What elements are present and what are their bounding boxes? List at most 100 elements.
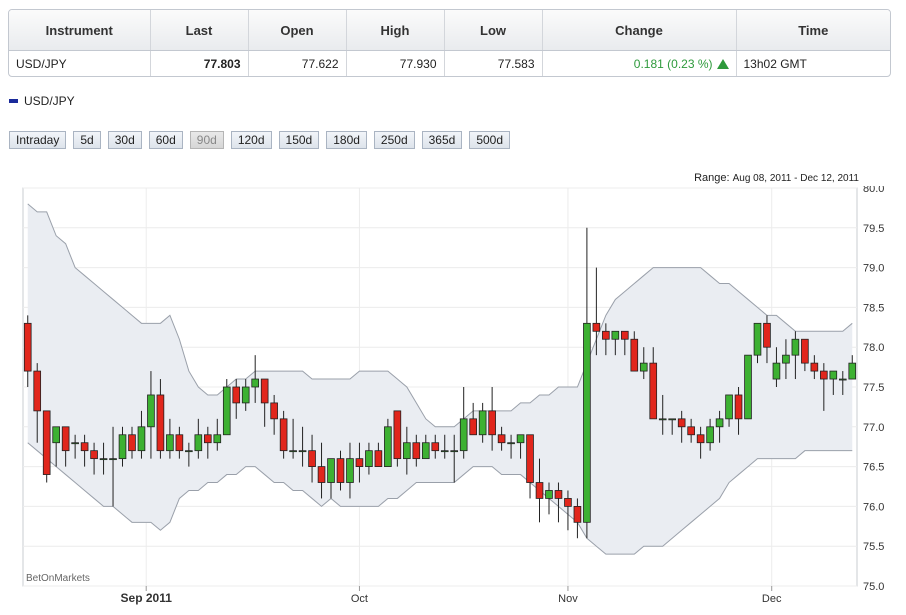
candle-body bbox=[279, 418, 288, 452]
candle-body bbox=[554, 490, 563, 499]
candle-body bbox=[403, 442, 411, 460]
candle-body bbox=[744, 354, 752, 420]
cell-open: 77.622 bbox=[248, 50, 347, 76]
cell-high: 77.930 bbox=[346, 50, 445, 76]
range-button-365d[interactable]: 365d bbox=[421, 131, 463, 149]
candle-body bbox=[706, 426, 714, 444]
range-button-5d[interactable]: 5d bbox=[73, 131, 101, 149]
header-last[interactable]: Last bbox=[150, 10, 249, 51]
candle-body bbox=[175, 434, 184, 452]
candle-body bbox=[649, 362, 658, 420]
range-button-150d[interactable]: 150d bbox=[278, 131, 320, 149]
header-low[interactable]: Low bbox=[444, 10, 543, 51]
candle-body bbox=[725, 394, 733, 420]
range-selector: Intraday 5d 30d 60d 90d 120d 150d 180d 250d 365d 5… bbox=[9, 131, 517, 149]
candle-body bbox=[241, 386, 250, 404]
candle-body bbox=[592, 322, 601, 332]
candle-body bbox=[317, 466, 326, 483]
candle-body bbox=[412, 442, 421, 460]
candle-body bbox=[583, 322, 591, 523]
header-open[interactable]: Open bbox=[248, 10, 347, 51]
candle-body bbox=[687, 426, 695, 436]
watermark-label: BetOnMarkets bbox=[26, 573, 90, 584]
candle-body bbox=[90, 450, 98, 460]
header-time[interactable]: Time bbox=[736, 10, 890, 51]
candle-body bbox=[497, 434, 506, 444]
header-change[interactable]: Change bbox=[542, 10, 737, 51]
candle-body bbox=[346, 458, 354, 483]
candle-body bbox=[222, 386, 231, 436]
candle-body bbox=[668, 418, 677, 421]
y-tick-label: 79.0 bbox=[863, 263, 884, 275]
range-button-30d[interactable]: 30d bbox=[107, 131, 142, 149]
candle-body bbox=[137, 426, 146, 452]
x-tick-label: Sep 2011 bbox=[121, 591, 173, 605]
candle-body bbox=[289, 450, 297, 453]
range-button-250d[interactable]: 250d bbox=[373, 131, 415, 149]
candle-body bbox=[564, 498, 572, 507]
candle-body bbox=[573, 505, 582, 523]
change-value: 0.181 (0.23 %) bbox=[633, 56, 713, 71]
range-button-180d[interactable]: 180d bbox=[326, 131, 367, 149]
candle-body bbox=[829, 370, 838, 380]
candle-body bbox=[270, 402, 278, 420]
y-tick-label: 78.5 bbox=[863, 302, 884, 314]
y-tick-label: 77.0 bbox=[863, 422, 884, 434]
range-button-500d[interactable]: 500d bbox=[469, 131, 511, 149]
candle-body bbox=[118, 434, 127, 460]
range-label-prefix: Range: bbox=[694, 172, 730, 184]
candle-body bbox=[734, 394, 743, 420]
candle-body bbox=[232, 386, 241, 404]
candle-body bbox=[715, 418, 724, 428]
candle-body bbox=[450, 450, 459, 453]
table-row: USD/JPY 77.803 77.622 77.930 77.583 0.18… bbox=[9, 50, 890, 76]
candle-body bbox=[61, 426, 70, 452]
candle-body bbox=[80, 442, 89, 452]
candle-body bbox=[838, 378, 847, 381]
candle-body bbox=[677, 418, 686, 428]
legend-swatch-icon bbox=[9, 99, 18, 103]
range-button-90d[interactable]: 90d bbox=[189, 131, 224, 149]
header-instrument[interactable]: Instrument bbox=[9, 10, 151, 51]
candle-body bbox=[791, 338, 800, 356]
candle-body bbox=[545, 490, 553, 499]
candle-body bbox=[459, 418, 468, 452]
candle-body bbox=[810, 362, 819, 372]
y-tick-label: 80.0 bbox=[863, 186, 884, 195]
candle-body bbox=[848, 362, 857, 380]
candle-body bbox=[260, 378, 269, 404]
candle-body bbox=[194, 434, 203, 452]
candle-body bbox=[52, 426, 60, 444]
x-tick-label: Oct bbox=[351, 593, 368, 605]
candle-body bbox=[384, 426, 392, 468]
candle-body bbox=[630, 338, 639, 372]
range-button-120d[interactable]: 120d bbox=[230, 131, 272, 149]
candle-body bbox=[365, 450, 373, 467]
y-tick-label: 75.5 bbox=[863, 541, 884, 553]
header-high[interactable]: High bbox=[346, 10, 445, 51]
candle-body bbox=[166, 434, 174, 452]
chart-legend: USD/JPY bbox=[9, 94, 75, 108]
candle-body bbox=[763, 322, 771, 348]
candle-body bbox=[327, 458, 335, 483]
candle-body bbox=[213, 434, 222, 444]
range-label: Range: Aug 08, 2011 - Dec 12, 2011 bbox=[694, 172, 859, 184]
cell-time: 13h02 GMT bbox=[743, 56, 807, 71]
range-dates: Aug 08, 2011 - Dec 12, 2011 bbox=[732, 173, 859, 184]
candle-body bbox=[99, 458, 108, 461]
up-arrow-icon bbox=[716, 58, 729, 69]
legend-label: USD/JPY bbox=[24, 94, 75, 108]
cell-last: 77.803 bbox=[150, 50, 249, 76]
candle-body bbox=[431, 442, 440, 452]
cell-low: 77.583 bbox=[444, 50, 543, 76]
x-tick-label: Nov bbox=[558, 593, 578, 605]
candle-body bbox=[298, 450, 307, 453]
candle-body bbox=[42, 410, 51, 475]
candle-body bbox=[308, 450, 316, 467]
range-button-60d[interactable]: 60d bbox=[148, 131, 183, 149]
candle-body bbox=[71, 442, 79, 445]
candle-body bbox=[658, 418, 667, 421]
candle-body bbox=[355, 458, 364, 468]
candle-body bbox=[535, 482, 544, 499]
range-button-intraday[interactable]: Intraday bbox=[9, 131, 67, 149]
